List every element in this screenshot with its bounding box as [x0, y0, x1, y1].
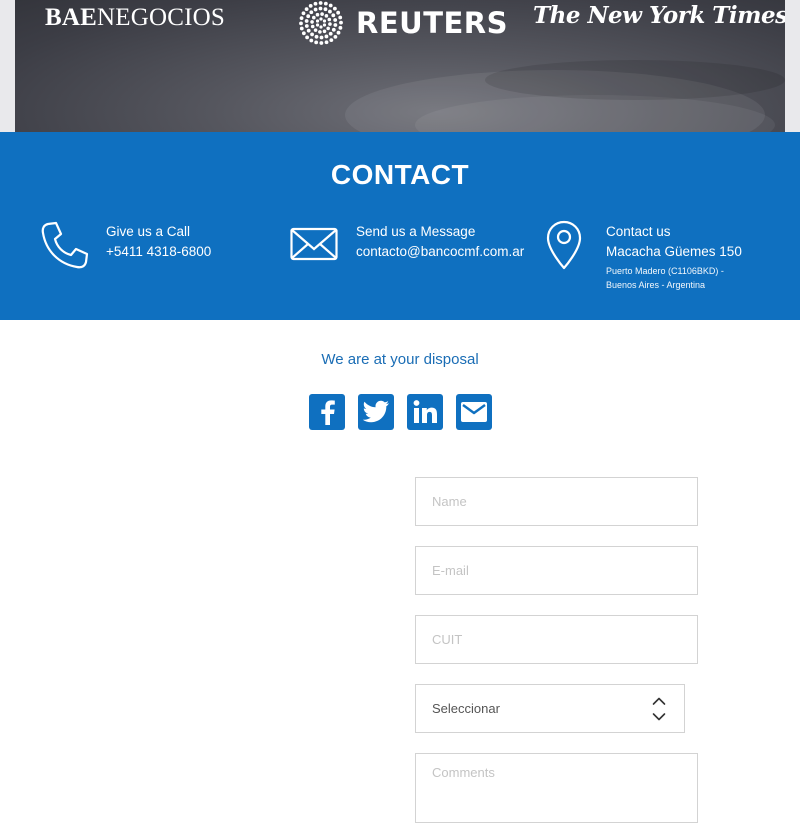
reuters-dot	[312, 15, 316, 20]
reuters-dot	[333, 18, 338, 22]
reuters-dot	[327, 17, 332, 22]
reuters-dot	[324, 34, 329, 39]
reuters-dot	[308, 3, 313, 8]
facebook-button[interactable]	[309, 394, 345, 430]
envelope-icon	[290, 227, 338, 261]
reuters-dot	[322, 23, 327, 27]
reuters-dot	[336, 30, 341, 35]
email-input[interactable]	[415, 546, 698, 595]
reuters-dot	[332, 6, 337, 11]
cuit-input[interactable]	[415, 615, 698, 664]
reuters-dot	[323, 7, 328, 12]
reuters-dot	[314, 34, 319, 39]
comments-input[interactable]	[415, 753, 698, 823]
reuters-dot	[328, 31, 333, 36]
reuters-dot	[315, 19, 320, 23]
linkedin-button[interactable]	[407, 394, 443, 430]
reuters-dot	[339, 20, 343, 25]
reuters-dot	[301, 11, 306, 16]
reuters-dot	[310, 20, 314, 24]
reuters-dot	[313, 7, 318, 12]
contact-title: CONTACT	[330, 159, 470, 190]
reuters-dot	[333, 34, 338, 39]
nyt-logo: The New York Times	[533, 2, 785, 29]
reuters-dot	[322, 29, 327, 34]
message-label: Send us a Message	[356, 224, 476, 239]
reuters-dot	[329, 38, 334, 43]
contact-email[interactable]: contacto@bancocmf.com.ar	[356, 244, 524, 259]
twitter-button[interactable]	[358, 394, 394, 430]
newspaper-fold-shading	[485, 60, 785, 100]
reuters-dot	[318, 1, 323, 5]
address-label: Contact us	[606, 224, 671, 239]
reuters-dot	[324, 40, 329, 45]
map-pin-icon	[546, 220, 582, 270]
reuters-dot	[338, 15, 343, 20]
reuters-dot	[331, 27, 336, 32]
reuters-dot	[299, 16, 304, 21]
press-section: BAENEGOCIOS REUTERS The New York Times	[0, 0, 800, 132]
reuters-dot	[310, 24, 315, 29]
reuters-dot	[309, 38, 314, 43]
bae-negocios-logo: BAENEGOCIOS	[45, 4, 226, 31]
reuters-dot	[313, 1, 318, 6]
social-links	[309, 394, 492, 430]
disposal-text: We are at your disposal	[321, 351, 479, 368]
reuters-dot	[319, 25, 323, 29]
reuters-dot	[318, 6, 323, 11]
reuters-dot	[305, 35, 310, 40]
reuters-dot	[304, 7, 309, 12]
reuters-dot	[328, 3, 333, 8]
reuters-dot	[322, 19, 327, 23]
reuters-dot	[328, 22, 332, 26]
reuters-dot	[306, 28, 311, 33]
address-street: Macacha Güemes 150	[606, 244, 742, 259]
reuters-dot	[313, 28, 318, 32]
contact-section: CONTACT Give us a Call +5411 4318-6800 S…	[0, 132, 800, 320]
reuters-dot	[338, 25, 343, 30]
call-label: Give us a Call	[106, 224, 191, 239]
reuters-dot	[318, 30, 322, 34]
reuters-logo: REUTERS	[294, 0, 508, 46]
reuters-dot	[306, 14, 311, 19]
press-banner: BAENEGOCIOS REUTERS The New York Times	[15, 0, 785, 132]
reuters-dot	[309, 10, 314, 15]
reuters-dot	[315, 12, 320, 17]
reuters-dot	[331, 13, 336, 18]
reuters-dot	[299, 26, 304, 31]
reuters-dot	[304, 24, 309, 28]
twitter-icon	[362, 400, 389, 423]
phone-icon	[41, 221, 89, 269]
mail-icon	[461, 402, 487, 422]
subject-select[interactable]: Seleccionar	[415, 684, 685, 733]
chevron-up-down-icon	[652, 697, 666, 721]
reuters-dot	[319, 41, 324, 45]
reuters-dot	[315, 23, 320, 27]
mail-button[interactable]	[456, 394, 492, 430]
select-value: Seleccionar	[432, 701, 500, 716]
reuters-dot	[314, 40, 319, 45]
reuters-dot	[328, 9, 332, 14]
address-line-1: Puerto Madero (C1106BKD) -	[606, 266, 724, 276]
reuters-dot	[336, 10, 341, 15]
phone-number[interactable]: +5411 4318-6800	[106, 244, 211, 259]
reuters-dot	[319, 17, 323, 21]
reuters-dot	[323, 1, 328, 6]
reuters-dot	[326, 26, 330, 31]
reuters-dot	[319, 35, 324, 40]
address-line-2: Buenos Aires - Argentina	[606, 280, 706, 290]
reuters-dot	[324, 14, 329, 18]
facebook-icon	[321, 400, 335, 425]
reuters-dots-icon	[299, 1, 343, 45]
reuters-dot	[320, 12, 324, 16]
reuters-dot	[304, 19, 309, 23]
reuters-dot	[333, 23, 338, 27]
linkedin-icon	[413, 400, 437, 423]
reuters-dot	[299, 21, 303, 26]
reuters-dot	[310, 32, 314, 37]
reuters-dot	[301, 31, 306, 36]
name-input[interactable]	[415, 477, 698, 526]
